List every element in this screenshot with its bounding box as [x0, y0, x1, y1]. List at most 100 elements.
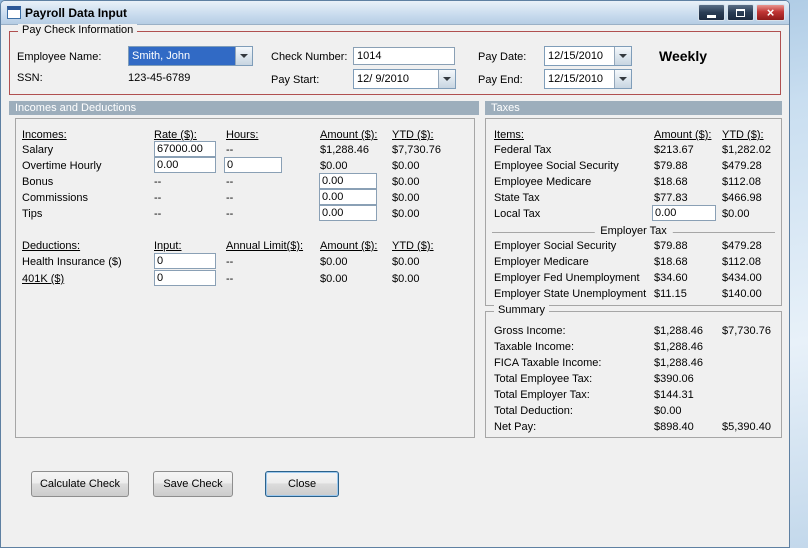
bonus-rate: --: [154, 176, 162, 188]
tips-amount-input[interactable]: [319, 205, 377, 221]
tax-row-label: Federal Tax: [494, 144, 552, 156]
incomes-deductions-panel: Incomes: Rate ($): Hours: Amount ($): YT…: [15, 118, 475, 438]
tax-row-amount: $11.15: [654, 288, 687, 300]
tax-row-ytd: $112.08: [722, 176, 761, 188]
tax-row-ytd: $140.00: [722, 288, 762, 300]
tax-row-amount: $213.67: [654, 144, 694, 156]
dropdown-arrow-icon: [619, 54, 627, 58]
income-row-label: Bonus: [22, 176, 54, 188]
health-insurance-input[interactable]: [154, 253, 216, 269]
income-row-label: Commissions: [22, 192, 89, 204]
ssn-value: 123-45-6789: [128, 72, 191, 84]
payroll-window: Payroll Data Input × Pay Check Informati…: [0, 0, 790, 548]
pay-date-dropdown-button[interactable]: [614, 47, 631, 65]
deduction-row-label: Health Insurance ($): [22, 256, 122, 268]
tax-row-amount: $18.68: [654, 256, 688, 268]
taxes-col-ytd: YTD ($):: [722, 129, 764, 141]
health-insurance-amount: $0.00: [320, 256, 348, 268]
tips-ytd: $0.00: [392, 208, 420, 220]
summary-legend: Summary: [494, 304, 550, 316]
health-insurance-ytd: $0.00: [392, 256, 420, 268]
tax-row-amount: $79.88: [654, 160, 688, 172]
income-row-label: Overtime Hourly: [22, 160, 102, 172]
tax-row-ytd: $479.28: [722, 240, 762, 252]
close-icon: ×: [766, 5, 775, 20]
employer-tax-heading: Employer Tax: [594, 225, 673, 237]
employee-name-combobox[interactable]: Smith, John: [128, 46, 253, 66]
incomes-col-name: Incomes:: [22, 129, 67, 141]
taxes-panel: Items: Amount ($): YTD ($): Federal Tax …: [485, 118, 782, 306]
employee-name-dropdown-button[interactable]: [235, 47, 252, 65]
tax-row-ytd: $112.08: [722, 256, 761, 268]
summary-row-label: Net Pay:: [494, 421, 537, 433]
summary-row-ytd: $7,730.76: [722, 325, 771, 337]
incomes-col-hours: Hours:: [226, 129, 259, 141]
dropdown-arrow-icon: [443, 77, 451, 81]
save-check-button[interactable]: Save Check: [153, 471, 233, 497]
deductions-col-input: Input:: [154, 240, 182, 252]
tax-row-label: Employer Social Security: [494, 240, 617, 252]
summary-row-label: Total Employer Tax:: [494, 389, 590, 401]
minimize-button[interactable]: [698, 4, 725, 21]
calculate-check-button[interactable]: Calculate Check: [31, 471, 129, 497]
commissions-hours: --: [226, 192, 234, 204]
maximize-button[interactable]: [727, 4, 754, 21]
overtime-amount: $0.00: [320, 160, 348, 172]
tax-row-amount: $79.88: [654, 240, 688, 252]
incomes-col-ytd: YTD ($):: [392, 129, 434, 141]
incomes-col-amount: Amount ($):: [320, 129, 378, 141]
deductions-col-ytd: YTD ($):: [392, 240, 434, 252]
overtime-rate-input[interactable]: [154, 157, 216, 173]
tax-row-label: Employer State Unemployment: [494, 288, 647, 300]
summary-row-label: Taxable Income:: [494, 341, 575, 353]
local-tax-input[interactable]: [652, 205, 716, 221]
pay-end-datepicker[interactable]: 12/15/2010: [544, 69, 632, 89]
tax-row-amount: $34.60: [654, 272, 688, 284]
salary-hours: --: [226, 144, 234, 156]
incomes-deductions-header: Incomes and Deductions: [9, 101, 479, 115]
check-number-input[interactable]: [353, 47, 455, 65]
summary-row-amount: $1,288.46: [654, 325, 703, 337]
tax-row-ytd: $466.98: [722, 192, 762, 204]
bonus-amount-input[interactable]: [319, 173, 377, 189]
commissions-ytd: $0.00: [392, 192, 420, 204]
deductions-col-name: Deductions:: [22, 240, 81, 252]
pay-date-value: 12/15/2010: [548, 50, 604, 62]
pay-end-dropdown-button[interactable]: [614, 70, 631, 88]
salary-amount: $1,288.46: [320, 144, 369, 156]
pay-date-datepicker[interactable]: 12/15/2010: [544, 46, 632, 66]
caption-buttons: ×: [698, 4, 785, 21]
minimize-icon: [707, 14, 716, 18]
tax-row-ytd: $434.00: [722, 272, 762, 284]
summary-row-amount: $898.40: [654, 421, 694, 433]
overtime-ytd: $0.00: [392, 160, 420, 172]
salary-rate-input[interactable]: [154, 141, 216, 157]
pay-start-datepicker[interactable]: 12/ 9/2010: [353, 69, 456, 89]
summary-row-label: FICA Taxable Income:: [494, 357, 602, 369]
overtime-hours-input[interactable]: [224, 157, 282, 173]
close-button[interactable]: ×: [756, 4, 785, 21]
pay-start-dropdown-button[interactable]: [438, 70, 455, 88]
taxes-header: Taxes: [485, 101, 782, 115]
summary-row-ytd: $5,390.40: [722, 421, 771, 433]
check-number-label: Check Number:: [271, 51, 348, 63]
dropdown-arrow-icon: [240, 54, 248, 58]
close-check-button[interactable]: Close: [265, 471, 339, 497]
income-row-label: Tips: [22, 208, 43, 220]
summary-row-amount: $144.31: [654, 389, 694, 401]
health-insurance-limit: --: [226, 256, 234, 268]
commissions-amount-input[interactable]: [319, 189, 377, 205]
income-row-label: Salary: [22, 144, 54, 156]
window-title: Payroll Data Input: [25, 5, 128, 20]
k401-input[interactable]: [154, 270, 216, 286]
tax-row-label: Employer Medicare: [494, 256, 589, 268]
k401-limit: --: [226, 273, 234, 285]
summary-row-label: Total Employee Tax:: [494, 373, 593, 385]
pay-start-label: Pay Start:: [271, 74, 320, 86]
tax-row-label: State Tax: [494, 192, 540, 204]
app-icon: [7, 6, 21, 19]
tips-rate: --: [154, 208, 162, 220]
salary-ytd: $7,730.76: [392, 144, 441, 156]
tax-row-ytd: $479.28: [722, 160, 762, 172]
taxes-col-items: Items:: [494, 129, 524, 141]
